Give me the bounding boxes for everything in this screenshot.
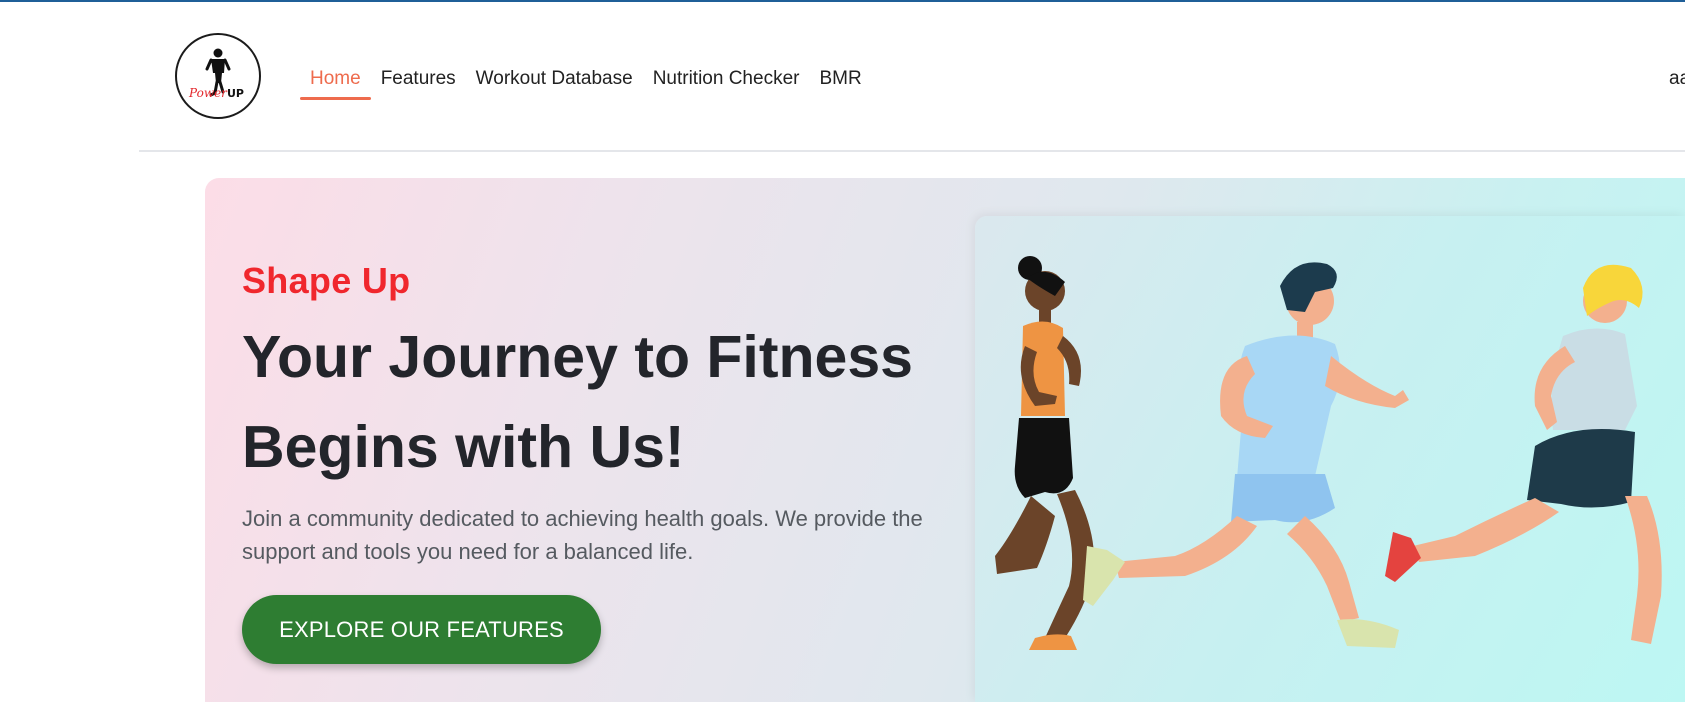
navbar: Power UP Home Features Workout Database … [139, 2, 1685, 152]
logo-text-left: Power [188, 86, 228, 100]
hero-eyebrow: Shape Up [242, 260, 411, 301]
nav-link-workout-database[interactable]: Workout Database [466, 60, 643, 100]
runner-man-icon [1083, 262, 1409, 648]
explore-features-button[interactable]: EXPLORE OUR FEATURES [242, 595, 601, 664]
runners-illustration-icon [995, 256, 1662, 650]
runner-blonde-icon [1385, 264, 1662, 644]
logo-text-right: UP [227, 87, 244, 100]
runners-illustration [975, 216, 1685, 702]
runner-logo-icon: Power UP [188, 48, 244, 100]
hero-subtext: Join a community dedicated to achieving … [242, 506, 923, 564]
hero-section: Shape Up Your Journey to Fitness Begins … [205, 178, 1685, 702]
nav-link-features[interactable]: Features [371, 60, 466, 100]
runner-woman-icon [995, 256, 1095, 650]
nav-link-home[interactable]: Home [300, 60, 371, 100]
user-menu[interactable]: aa [1669, 68, 1685, 90]
nav-link-bmr[interactable]: BMR [809, 60, 871, 100]
nav-link-nutrition-checker[interactable]: Nutrition Checker [643, 60, 810, 100]
hero-headline: Your Journey to Fitness Begins with Us! [242, 324, 913, 480]
logo[interactable]: Power UP [175, 33, 261, 119]
nav-links: Home Features Workout Database Nutrition… [300, 60, 872, 100]
